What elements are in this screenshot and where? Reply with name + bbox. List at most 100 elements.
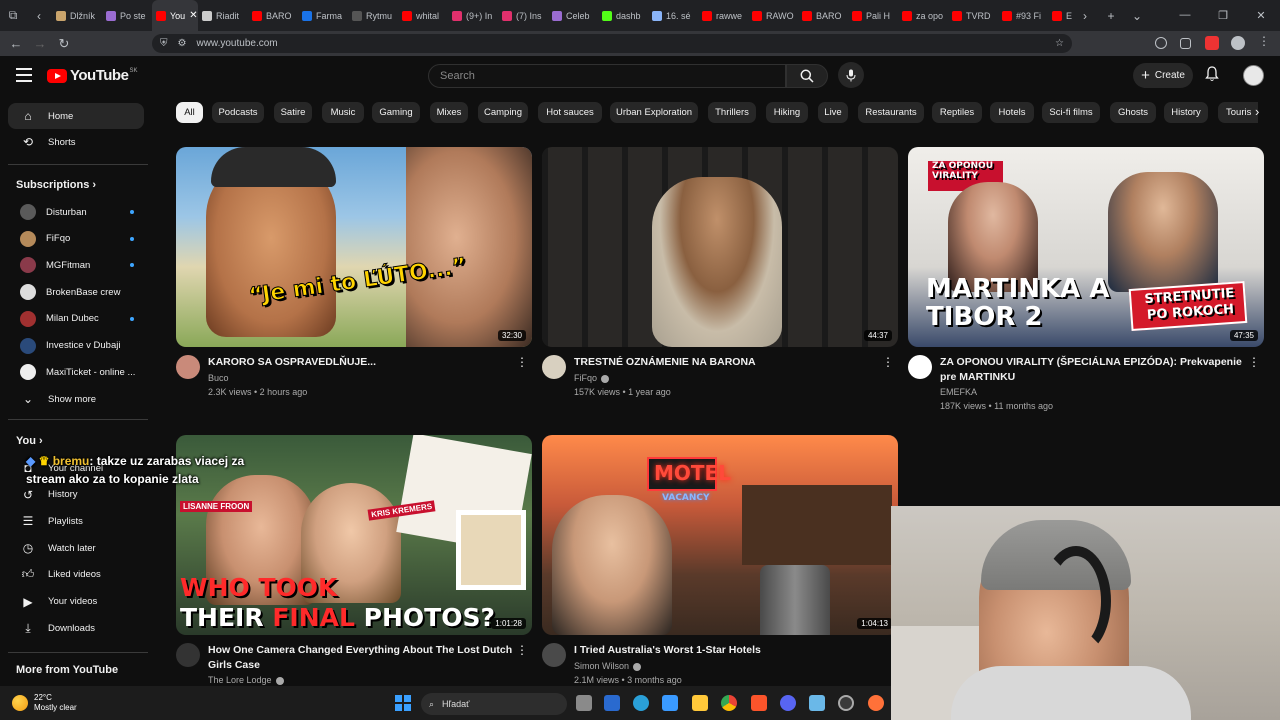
browser-menu-icon[interactable]: ⋮ <box>1258 34 1272 48</box>
browser-tab[interactable]: Rytmu <box>348 0 398 31</box>
notepad-icon[interactable] <box>809 695 825 711</box>
restore-icon[interactable]: ❐ <box>1204 9 1242 22</box>
bookmark-star-icon[interactable]: ☆ <box>1055 38 1064 49</box>
sidebar-you-item[interactable]: 👍︎ Liked videos <box>8 562 144 588</box>
browser-tab[interactable]: Riadit <box>198 0 248 31</box>
filter-chip[interactable]: Mixes <box>430 102 468 123</box>
sidebar-subscription-item[interactable]: FiFqo <box>8 226 144 252</box>
account-avatar[interactable] <box>1243 65 1264 86</box>
browser-tab[interactable]: 16. sé <box>648 0 698 31</box>
filter-chip[interactable]: Satire <box>274 102 312 123</box>
chrome-icon[interactable] <box>721 695 737 711</box>
sidebar-item-home[interactable]: ⌂ Home <box>8 103 144 129</box>
filter-chip[interactable]: Gaming <box>372 102 420 123</box>
filter-chip[interactable]: All <box>176 102 203 123</box>
browser-tab[interactable]: Pali H <box>848 0 898 31</box>
video-card[interactable]: ZA OPONOU VIRALITY MARTINKA A TIBOR 2 ST… <box>908 147 1264 415</box>
site-info-icon[interactable]: ⛨ <box>160 38 168 49</box>
channel-name[interactable]: Simon Wilson <box>574 661 642 671</box>
more-actions-icon[interactable]: ⋮ <box>516 355 528 369</box>
video-title[interactable]: KARORO SA OSPRAVEDLŇUJE... <box>208 355 514 370</box>
browser-tab[interactable]: Farma <box>298 0 348 31</box>
sidebar-you-item[interactable]: ◷ Watch later <box>8 535 144 561</box>
you-heading[interactable]: You › <box>16 435 43 447</box>
video-thumbnail[interactable]: 44:37 <box>542 147 898 347</box>
channel-avatar[interactable] <box>908 355 932 379</box>
video-card[interactable]: 44:37 TRESTNÉ OZNÁMENIE NA BARONA FiFqo … <box>542 147 898 415</box>
close-window-icon[interactable]: ✕ <box>1242 9 1280 22</box>
search-input[interactable]: Search <box>428 64 786 88</box>
filter-chip[interactable]: Restaurants <box>858 102 924 123</box>
extensions-icon[interactable] <box>1180 38 1191 49</box>
sidebar-subscription-item[interactable]: BrokenBase crew <box>8 279 144 305</box>
browser-tab[interactable]: Dlžník <box>52 0 102 31</box>
url-field[interactable]: ⛨ ⚙ www.youtube.com ☆ <box>152 34 1072 53</box>
app-icon[interactable] <box>662 695 678 711</box>
voice-search-button[interactable] <box>838 62 864 88</box>
video-thumbnail[interactable]: ZA OPONOU VIRALITY MARTINKA A TIBOR 2 ST… <box>908 147 1264 347</box>
obs-icon[interactable] <box>838 695 854 711</box>
channel-name[interactable]: Buco <box>208 373 229 383</box>
browser-tab[interactable]: za opo <box>898 0 948 31</box>
sidebar-you-item[interactable]: ▶ Your videos <box>8 589 144 615</box>
video-thumbnail[interactable]: “Je mi to ĽÚTO...” 32:30 <box>176 147 532 347</box>
browser-tab[interactable]: TVRD <box>948 0 998 31</box>
browser-tab[interactable]: whital <box>398 0 448 31</box>
sidebar-subscription-item[interactable]: Milan Dubec <box>8 306 144 332</box>
filter-chip[interactable]: Reptiles <box>932 102 982 123</box>
channel-avatar[interactable] <box>176 643 200 667</box>
youtube-logo[interactable]: YouTube SK <box>47 67 137 84</box>
sidebar-subscription-item[interactable]: MaxiTicket - online ... <box>8 359 144 385</box>
channel-name[interactable]: FiFqo <box>574 373 610 383</box>
browser-tab[interactable]: BARO <box>798 0 848 31</box>
brave-icon[interactable] <box>751 695 767 711</box>
video-card[interactable]: MOTEL VACANCY 1:04:13 I Tried Australia'… <box>542 435 900 703</box>
filter-chip[interactable]: Hiking <box>766 102 808 123</box>
video-title[interactable]: ZA OPONOU VIRALITY (ŠPECIÁLNA EPIZÓDA): … <box>940 355 1246 385</box>
browser-tab[interactable]: #93 Fi <box>998 0 1048 31</box>
tab-search-icon[interactable]: ⌄ <box>1124 0 1150 31</box>
new-tab-icon[interactable]: + <box>1098 0 1124 31</box>
more-actions-icon[interactable]: ⋮ <box>882 355 894 369</box>
windows-start-icon[interactable] <box>395 695 411 711</box>
sidebar-subscription-item[interactable]: MGFitman <box>8 252 144 278</box>
search-button[interactable] <box>786 64 828 88</box>
taskbar-search[interactable]: ⌕ Hľadať <box>421 693 567 715</box>
file-explorer-icon[interactable] <box>692 695 708 711</box>
browser-tab[interactable]: Celeb <box>548 0 598 31</box>
filter-chip[interactable]: Hot sauces <box>538 102 602 123</box>
show-more-button[interactable]: ⌄ Show more <box>8 386 144 412</box>
browser-tab[interactable]: (9+) In <box>448 0 498 31</box>
reload-icon[interactable]: ↻ <box>52 36 76 52</box>
browser-tab[interactable]: (7) Ins <box>498 0 548 31</box>
chips-next-icon[interactable]: › <box>1255 104 1259 119</box>
tab-scroll-right-icon[interactable]: › <box>1072 0 1098 31</box>
browser-tab[interactable]: rawwe <box>698 0 748 31</box>
filter-chip[interactable]: Sci-fi films <box>1042 102 1100 123</box>
browser-tab[interactable]: BARO <box>248 0 298 31</box>
sidebar-you-item[interactable]: ⤓ Downloads <box>8 615 144 641</box>
edge-icon[interactable] <box>633 695 649 711</box>
channel-avatar[interactable] <box>542 355 566 379</box>
filter-chip[interactable]: Hotels <box>990 102 1034 123</box>
browser-tab[interactable]: dashb <box>598 0 648 31</box>
back-icon[interactable]: ← <box>4 36 28 51</box>
tab-actions-icon[interactable]: ⧉ <box>0 0 26 31</box>
video-thumbnail[interactable]: MOTEL VACANCY 1:04:13 <box>542 435 898 635</box>
tune-icon[interactable]: ⚙ <box>178 38 187 49</box>
filter-chip[interactable]: Urban Exploration <box>610 102 698 123</box>
filter-chip[interactable]: Podcasts <box>212 102 264 123</box>
filter-chip[interactable]: Ghosts <box>1110 102 1156 123</box>
subscriptions-heading[interactable]: Subscriptions › <box>16 179 96 191</box>
video-title[interactable]: I Tried Australia's Worst 1-Star Hotels <box>574 643 880 658</box>
close-tab-icon[interactable]: ✕ <box>189 10 197 21</box>
browser-tab[interactable]: RAWO <box>748 0 798 31</box>
tab-scroll-left-icon[interactable]: ‹ <box>26 0 52 31</box>
channel-name[interactable]: The Lore Lodge <box>208 675 284 685</box>
filter-chip[interactable]: Music <box>322 102 364 123</box>
more-actions-icon[interactable]: ⋮ <box>516 643 528 657</box>
extension-badge-icon[interactable] <box>1205 36 1219 50</box>
filter-chip[interactable]: Camping <box>478 102 528 123</box>
sidebar-you-item[interactable]: ☰ Playlists <box>8 508 144 534</box>
weather-widget[interactable]: 22°C Mostly clear <box>12 693 77 713</box>
